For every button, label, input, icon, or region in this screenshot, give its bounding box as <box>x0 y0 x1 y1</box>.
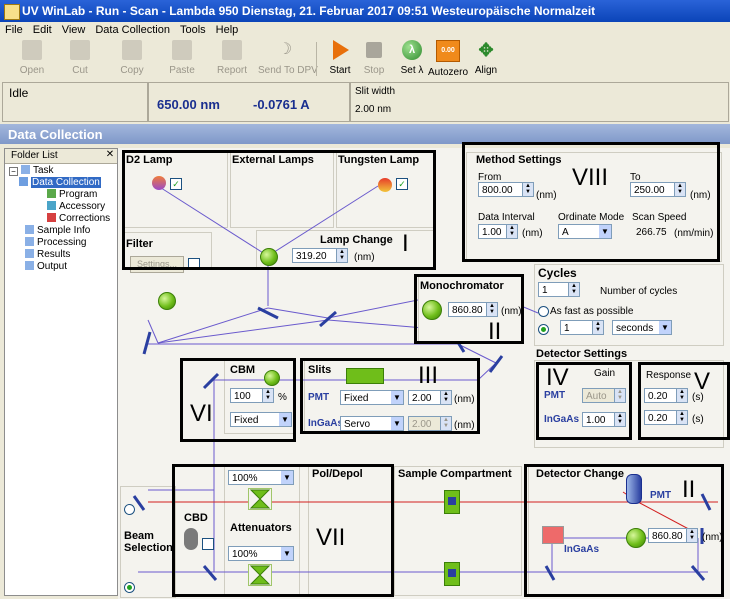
mirror-icon <box>158 292 176 310</box>
beam-selection-radio-bottom[interactable] <box>124 582 135 593</box>
cycles-title: Cycles <box>538 266 577 280</box>
processing-icon <box>25 237 34 246</box>
sample-info-icon <box>25 225 34 234</box>
cut-button[interactable]: Cut <box>56 40 104 76</box>
autozero-icon: 0.00 <box>436 40 460 62</box>
tree-item-processing[interactable]: Processing <box>25 237 86 248</box>
stop-icon <box>366 42 382 58</box>
accessory-icon <box>47 201 56 210</box>
annotation-II-mono: II <box>488 318 502 345</box>
menu-data-collection[interactable]: Data Collection <box>90 22 175 38</box>
folder-list: Folder List ✕ − Task Data Collection Progr… <box>4 148 118 596</box>
annotation-III: III <box>418 362 439 389</box>
paste-icon <box>172 40 192 60</box>
report-icon <box>222 40 242 60</box>
copy-button[interactable]: Copy <box>108 40 156 76</box>
toolbar: Open Cut Copy Paste Report ☽ Send To DPV … <box>0 38 730 81</box>
annotation-VIII: VIII <box>572 164 609 191</box>
annotation-V: V <box>694 368 711 395</box>
title-bar: UV WinLab - Run - Scan - Lambda 950 Dien… <box>0 0 730 22</box>
menu-view[interactable]: View <box>57 22 91 38</box>
align-button[interactable]: ✥ Align <box>462 40 510 76</box>
report-button[interactable]: Report <box>208 40 256 76</box>
reference-cuvette-icon <box>444 562 460 586</box>
tree-item-output[interactable]: Output <box>25 261 67 272</box>
tree-item-corrections[interactable]: Corrections <box>47 213 110 224</box>
annotation-I: I <box>402 230 409 257</box>
close-icon[interactable]: ✕ <box>105 149 115 161</box>
data-collection-icon <box>19 177 28 186</box>
menu-bar: File Edit View Data Collection Tools Help <box>0 22 730 38</box>
sample-compartment-title: Sample Compartment <box>398 468 512 480</box>
tree-item-data-collection[interactable]: Data Collection <box>19 177 101 188</box>
annotation-II-det: II <box>682 476 696 503</box>
play-icon <box>333 40 349 60</box>
tree-item-task[interactable]: − Task <box>9 165 54 176</box>
menu-help[interactable]: Help <box>211 22 244 38</box>
instrument-state: Idle <box>9 86 29 100</box>
cycle-interval-input[interactable]: 1 ▲ ▼ <box>560 320 604 335</box>
corrections-icon <box>47 213 56 222</box>
tree-item-program[interactable]: Program <box>47 189 97 200</box>
slit-width-value: 2.00 nm <box>355 104 392 115</box>
chevron-down-icon[interactable]: ▼ <box>659 321 671 334</box>
slit-width-label: Slit width <box>355 86 396 97</box>
menu-edit[interactable]: Edit <box>28 22 57 38</box>
annotation-IV: IV <box>546 364 569 391</box>
sample-cuvette-icon <box>444 490 460 514</box>
results-icon <box>25 249 34 258</box>
annotation-box-lamps <box>122 150 436 270</box>
folder-list-header: Folder List ✕ <box>5 149 117 164</box>
annotation-VII: VII <box>316 524 346 551</box>
beam-selection-label-line1: Beam <box>124 530 154 542</box>
interval-radio[interactable] <box>538 324 549 335</box>
readout-box: 650.00 nm -0.0761 A <box>148 82 350 122</box>
menu-tools[interactable]: Tools <box>175 22 211 38</box>
slit-box: Slit width 2.00 nm <box>350 82 729 122</box>
program-icon <box>47 189 56 198</box>
optics-canvas: D2 Lamp ✓ External Lamps Tungsten Lamp ✓… <box>118 142 730 599</box>
annotation-VI: VI <box>190 400 213 427</box>
annotation-box-monochromator <box>414 274 524 344</box>
cycles-label: Number of cycles <box>600 286 678 297</box>
wavelength-readout: 650.00 nm <box>157 97 220 112</box>
annotation-box-slits <box>300 358 480 434</box>
window-title: UV WinLab - Run - Scan - Lambda 950 Dien… <box>22 4 596 18</box>
annotation-box-attenuators <box>172 464 394 597</box>
fast-radio[interactable] <box>538 306 549 317</box>
collapse-icon: − <box>9 167 18 176</box>
absorbance-readout: -0.0761 A <box>253 97 310 112</box>
cycles-input[interactable]: 1 ▲ ▼ <box>538 282 580 297</box>
output-icon <box>25 261 34 270</box>
beam-selection-radio-top[interactable] <box>124 504 135 515</box>
fast-label: As fast as possible <box>550 306 634 317</box>
align-arrows-icon: ✥ <box>478 40 494 60</box>
app-icon <box>4 4 20 20</box>
spin-icon[interactable]: ▲ ▼ <box>568 283 579 296</box>
moon-icon: ☽ <box>277 41 293 58</box>
status-bar: Idle 650.00 nm -0.0761 A Slit width 2.00… <box>0 80 730 124</box>
instrument-state-box: Idle <box>2 82 148 122</box>
tree-item-results[interactable]: Results <box>25 249 70 260</box>
open-button[interactable]: Open <box>8 40 56 76</box>
beam-selection-label-line2: Selection <box>124 542 173 554</box>
tree-item-accessory[interactable]: Accessory <box>47 201 105 212</box>
annotation-box-method <box>462 142 720 262</box>
data-collection-header: Data Collection <box>0 124 730 144</box>
lambda-icon: λ <box>402 40 422 60</box>
cycle-unit-select[interactable]: seconds ▼ <box>612 320 672 335</box>
task-icon <box>21 165 30 174</box>
spin-icon[interactable]: ▲ ▼ <box>592 321 603 334</box>
copy-icon <box>122 40 142 60</box>
menu-file[interactable]: File <box>0 22 28 38</box>
paste-button[interactable]: Paste <box>158 40 206 76</box>
annotation-box-response <box>638 362 730 440</box>
detector-settings-title: Detector Settings <box>536 348 628 360</box>
folder-icon <box>22 40 42 60</box>
send-to-dpv-button[interactable]: ☽ Send To DPV <box>258 40 318 76</box>
tree-item-sample-info[interactable]: Sample Info <box>25 225 90 236</box>
scissors-icon <box>70 40 90 60</box>
